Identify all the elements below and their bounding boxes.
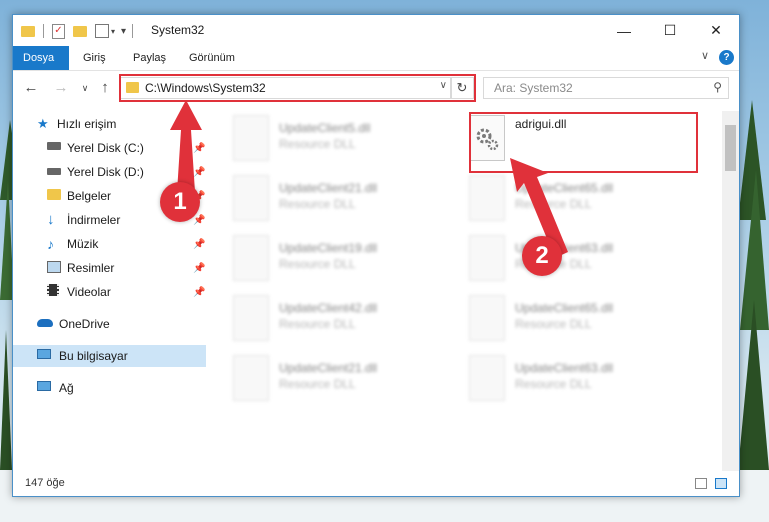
step-badge-2: 2 [522,236,562,276]
arrow-1-icon [170,100,202,192]
annotation-arrows [170,100,568,258]
step-badge-1: 1 [160,182,200,222]
